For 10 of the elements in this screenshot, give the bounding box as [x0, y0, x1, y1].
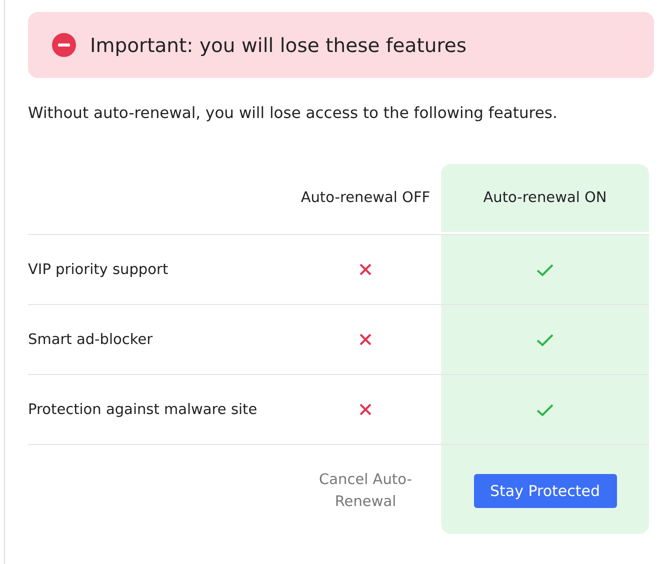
feature-name: Protection against malware site — [28, 402, 258, 418]
feature-name: VIP priority support — [28, 262, 168, 278]
cancel-link[interactable]: Cancel Auto-Renewal — [310, 469, 420, 513]
column-header: Auto-renewal OFF — [300, 190, 430, 206]
intro-text: Without auto-renewal, you will lose access to the following features. — [28, 104, 558, 124]
feature-name: Smart ad-blocker — [28, 332, 153, 348]
stay-protected-button[interactable]: Stay Protected — [474, 474, 616, 508]
minus-circle-icon — [52, 33, 76, 57]
column-header: Auto-renewal ON — [483, 190, 607, 206]
alert-title: Important: you will lose these features — [90, 34, 466, 56]
